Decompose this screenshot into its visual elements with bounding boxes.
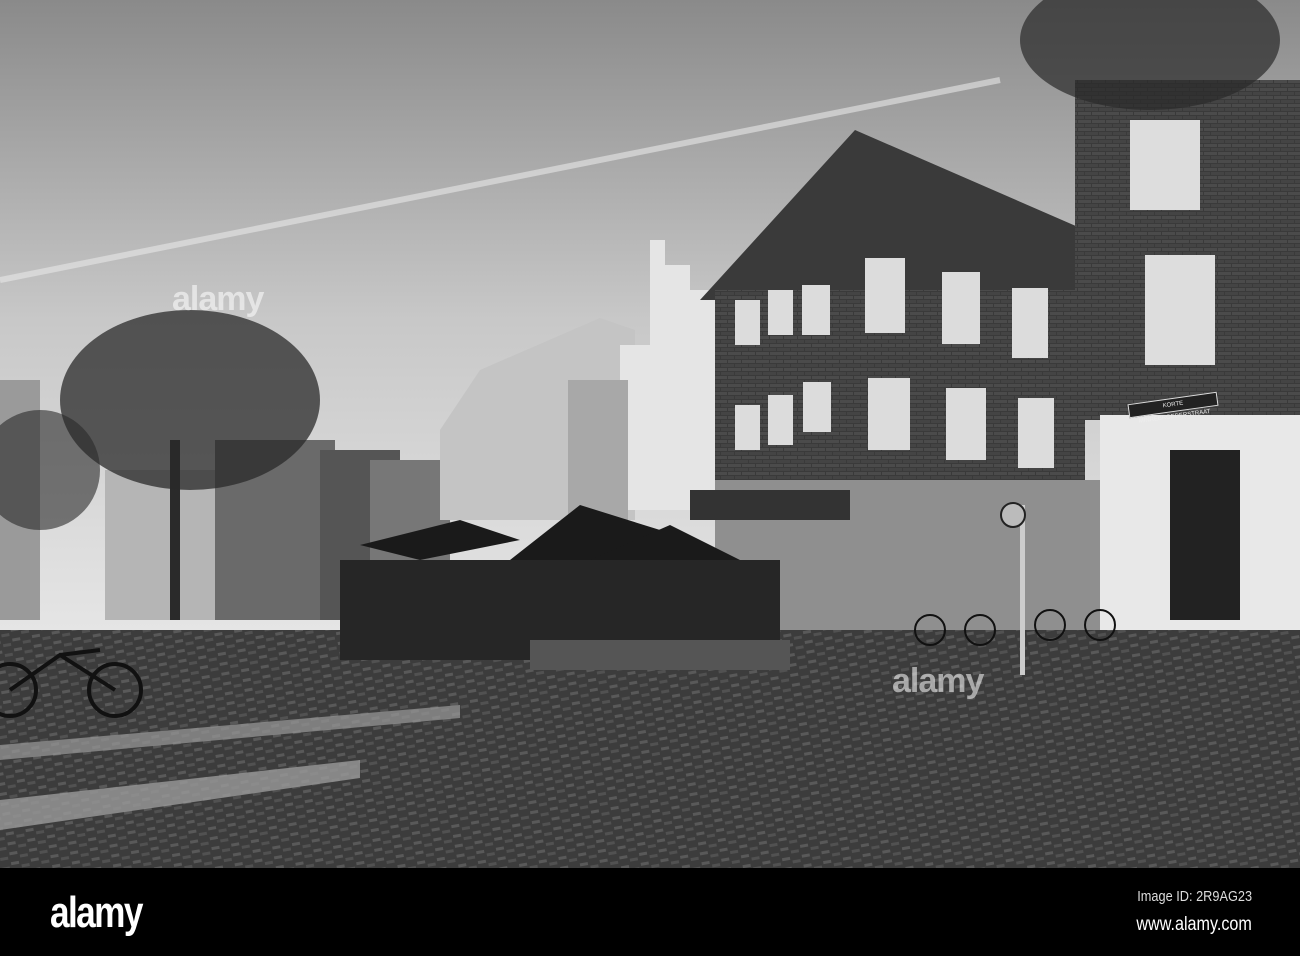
site-url: www.alamy.com (1136, 914, 1252, 935)
watermark: alamy (172, 280, 264, 318)
stock-footer-bar: alamy Image ID: 2R9AG23 www.alamy.com (0, 868, 1300, 956)
no-stopping-sign (1000, 502, 1026, 528)
street-scene-photo (0, 0, 1300, 868)
right-brick-building (1075, 80, 1300, 670)
stock-photo: KORTE MINREBROEDERSTRAAT alamy alamy ala… (0, 0, 1300, 956)
alamy-logo: alamy (50, 888, 143, 937)
watermark: alamy (892, 662, 984, 700)
image-id: Image ID: 2R9AG23 (1137, 888, 1252, 905)
street-pole (1020, 505, 1025, 675)
